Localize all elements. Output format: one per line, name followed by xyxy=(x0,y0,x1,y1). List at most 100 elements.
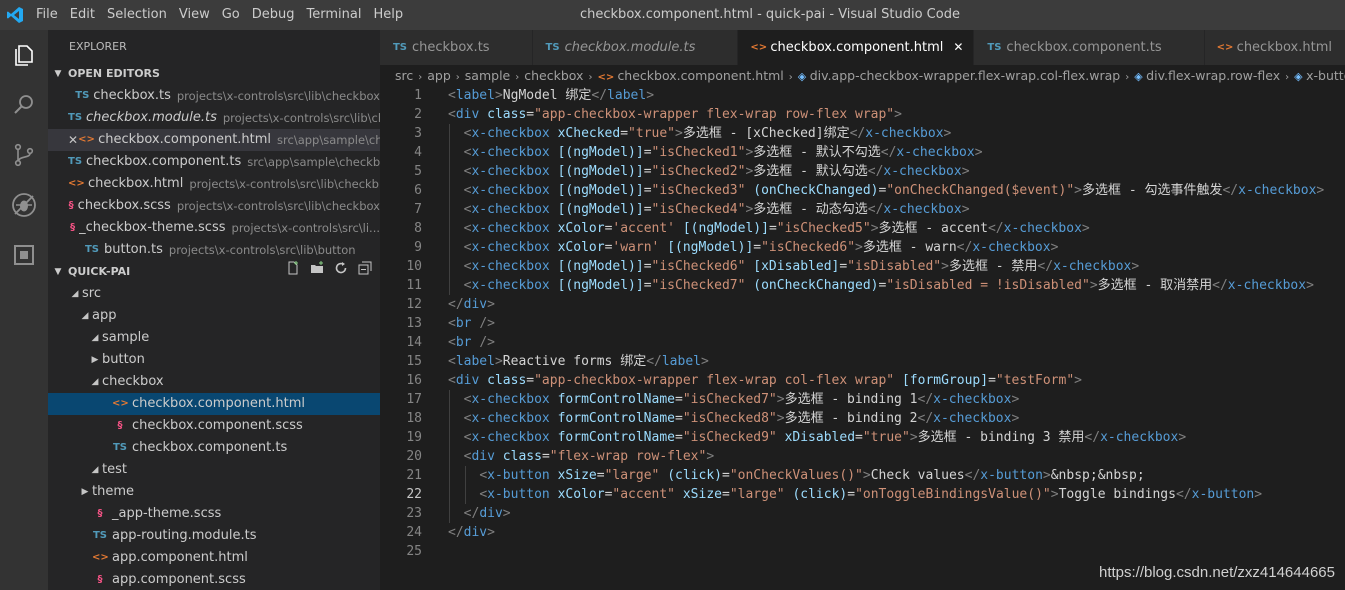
open-editor-item[interactable]: § _checkbox-theme.scss projects\x-controls… xyxy=(48,217,380,239)
code-line[interactable]: 11 <x-checkbox [(ngModel)]="isChecked7" … xyxy=(380,276,1345,295)
close-icon[interactable]: ✕ xyxy=(68,129,78,151)
tree-file[interactable]: TS checkbox.component.ts xyxy=(48,437,380,459)
tree-folder[interactable]: ◢ sample xyxy=(48,327,380,349)
code-line[interactable]: 8 <x-checkbox xColor='accent' [(ngModel)… xyxy=(380,219,1345,238)
code-line[interactable]: 24 </div> xyxy=(380,523,1345,542)
code-line[interactable]: 10 <x-checkbox [(ngModel)]="isChecked6" … xyxy=(380,257,1345,276)
tree-item-label: app xyxy=(92,308,117,323)
open-editor-item[interactable]: <> checkbox.html projects\x-controls\src\l… xyxy=(48,173,380,195)
open-editor-path: projects\x-controls\src\lib\che... xyxy=(222,111,380,125)
code-line[interactable]: 4 <x-checkbox [(ngModel)]="isChecked1">多… xyxy=(380,143,1345,162)
code-line[interactable]: 3 <x-checkbox xChecked="true">多选框 - [xCh… xyxy=(380,124,1345,143)
code-line[interactable]: 20 <div class="flex-wrap row-flex"> xyxy=(380,447,1345,466)
code-token: > xyxy=(961,164,970,179)
typescript-file-icon: TS xyxy=(112,442,128,453)
debug-icon[interactable] xyxy=(0,180,48,230)
code-line[interactable]: 5 <x-checkbox [(ngModel)]="isChecked2">多… xyxy=(380,162,1345,181)
refresh-icon[interactable] xyxy=(334,261,348,283)
breadcrumb-item[interactable]: div.flex-wrap.row-flex xyxy=(1146,68,1280,83)
code-token: = xyxy=(721,468,730,483)
menu-help[interactable]: Help xyxy=(367,0,409,30)
code-line[interactable]: 22 <x-button xColor="accent" xSize="larg… xyxy=(380,485,1345,504)
open-editor-item[interactable]: § checkbox.scss projects\x-controls\src\li… xyxy=(48,195,380,217)
open-editor-item[interactable]: TS button.ts projects\x-controls\src\lib\b… xyxy=(48,239,380,261)
tree-folder[interactable]: ▶ theme xyxy=(48,481,380,503)
code-token: </ xyxy=(849,126,866,141)
tree-folder[interactable]: ◢ test xyxy=(48,459,380,481)
tree-folder[interactable]: ◢ src xyxy=(48,283,380,305)
new-file-icon[interactable] xyxy=(286,261,300,283)
breadcrumb-item[interactable]: checkbox xyxy=(524,68,583,83)
tab-checkbox-html[interactable]: <> checkbox.html xyxy=(1204,30,1345,65)
tree-folder[interactable]: ▶ button xyxy=(48,349,380,371)
code-line[interactable]: 25 xyxy=(380,542,1345,561)
code-line[interactable]: 1 <label>NgModel 绑定</label> xyxy=(380,86,1345,105)
open-editors-header[interactable]: ▼ OPEN EDITORS xyxy=(48,63,380,85)
breadcrumb-item[interactable]: sample xyxy=(465,68,510,83)
menu-edit[interactable]: Edit xyxy=(64,0,101,30)
tree-folder[interactable]: ◢ checkbox xyxy=(48,371,380,393)
menu-terminal[interactable]: Terminal xyxy=(301,0,368,30)
tab-checkbox-module-ts[interactable]: TS checkbox.module.ts xyxy=(532,30,739,65)
code-line[interactable]: 18 <x-checkbox formControlName="isChecke… xyxy=(380,409,1345,428)
code-line[interactable]: 21 <x-button xSize="large" (click)="onCh… xyxy=(380,466,1345,485)
code-line[interactable]: 2 <div class="app-checkbox-wrapper flex-w… xyxy=(380,105,1345,124)
extensions-icon[interactable] xyxy=(0,230,48,280)
new-folder-icon[interactable] xyxy=(310,261,324,283)
code-token: Check values xyxy=(870,468,965,483)
tree-file[interactable]: <> checkbox.component.html xyxy=(48,393,380,415)
code-editor[interactable]: 1 <label>NgModel 绑定</label> 2 <div class="a… xyxy=(380,86,1345,590)
tab-checkbox-component-ts[interactable]: TS checkbox.component.ts xyxy=(974,30,1205,65)
code-line[interactable]: 15 <label>Reactive forms 绑定</label> xyxy=(380,352,1345,371)
open-editor-item[interactable]: TS checkbox.component.ts src\app\sample\ch… xyxy=(48,151,380,173)
tree-file[interactable]: § app.component.scss xyxy=(48,569,380,590)
tree-file[interactable]: § _app-theme.scss xyxy=(48,503,380,525)
menu-debug[interactable]: Debug xyxy=(246,0,301,30)
open-editor-item[interactable]: TS checkbox.ts projects\x-controls\src\lib… xyxy=(48,85,380,107)
breadcrumb-item[interactable]: src xyxy=(395,68,413,83)
code-line[interactable]: 19 <x-checkbox formControlName="isChecke… xyxy=(380,428,1345,447)
code-line[interactable]: 9 <x-checkbox xColor='warn' [(ngModel)]=… xyxy=(380,238,1345,257)
tree-file[interactable]: § checkbox.component.scss xyxy=(48,415,380,437)
menu-go[interactable]: Go xyxy=(216,0,246,30)
line-number: 18 xyxy=(406,411,422,426)
project-header[interactable]: ▼ QUICK-PAI xyxy=(48,261,380,283)
code-token: 多选框 - 默认勾选 xyxy=(753,164,868,179)
tree-file[interactable]: TS app-routing.module.ts xyxy=(48,525,380,547)
files-icon[interactable] xyxy=(0,30,48,80)
code-content: <x-checkbox [(ngModel)]="isChecked2">多选框… xyxy=(422,162,970,181)
breadcrumb-item[interactable]: app xyxy=(427,68,451,83)
menu-view[interactable]: View xyxy=(173,0,216,30)
tree-file[interactable]: <> app.component.html xyxy=(48,547,380,569)
code-line[interactable]: 13 <br /> xyxy=(380,314,1345,333)
source-control-icon[interactable] xyxy=(0,130,48,180)
tree-folder[interactable]: ◢ app xyxy=(48,305,380,327)
breadcrumb-item[interactable]: div.app-checkbox-wrapper.flex-wrap.col-f… xyxy=(810,68,1120,83)
code-line[interactable]: 23 </div> xyxy=(380,504,1345,523)
code-token: < xyxy=(479,468,488,483)
collapse-all-icon[interactable] xyxy=(358,261,372,283)
code-line[interactable]: 7 <x-checkbox [(ngModel)]="isChecked4">多… xyxy=(380,200,1345,219)
breadcrumb-item[interactable]: x-button xyxy=(1306,68,1345,83)
menu-selection[interactable]: Selection xyxy=(101,0,173,30)
chevron-right-icon: › xyxy=(1125,72,1130,83)
open-editor-item[interactable]: TS checkbox.module.ts projects\x-controls\… xyxy=(48,107,380,129)
code-line[interactable]: 12 </div> xyxy=(380,295,1345,314)
code-content: </div> xyxy=(422,295,495,314)
breadcrumb-item[interactable]: checkbox.component.html xyxy=(617,68,783,83)
tab-checkbox-component-html[interactable]: <> checkbox.component.html ✕ xyxy=(738,30,975,65)
tab-checkbox-ts[interactable]: TS checkbox.ts xyxy=(380,30,533,65)
code-token: > xyxy=(1042,468,1051,483)
open-editor-item[interactable]: ✕ <> checkbox.component.html src\app\sample… xyxy=(48,129,380,151)
line-number: 23 xyxy=(406,506,422,521)
code-line[interactable]: 16 <div class="app-checkbox-wrapper flex-… xyxy=(380,371,1345,390)
code-line[interactable]: 6 <x-checkbox [(ngModel)]="isChecked3" (… xyxy=(380,181,1345,200)
code-line[interactable]: 14 <br /> xyxy=(380,333,1345,352)
code-content: <x-checkbox formControlName="isChecked8"… xyxy=(422,409,1019,428)
code-line[interactable]: 17 <x-checkbox formControlName="isChecke… xyxy=(380,390,1345,409)
menu-file[interactable]: File xyxy=(30,0,64,30)
close-icon[interactable]: ✕ xyxy=(953,30,963,65)
search-icon[interactable] xyxy=(0,80,48,130)
